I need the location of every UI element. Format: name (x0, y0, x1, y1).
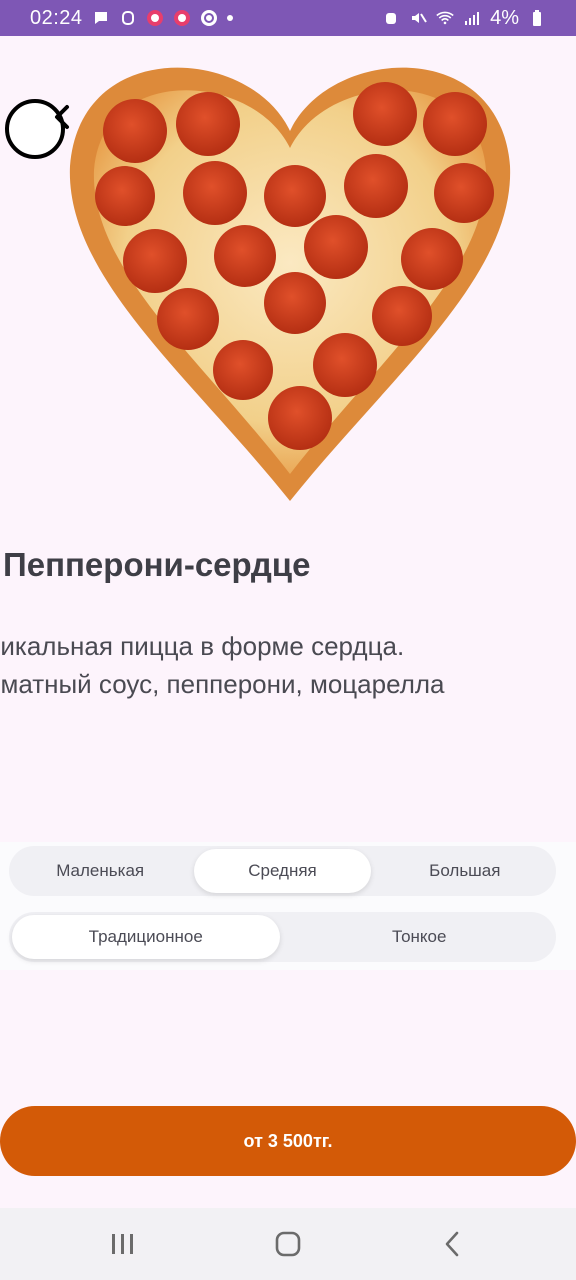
status-right: 4% (382, 7, 546, 30)
heart-pizza-image (69, 67, 511, 501)
app-icon (173, 9, 191, 27)
status-left: 02:24 (30, 7, 233, 30)
wifi-icon (436, 9, 454, 27)
recent-apps-icon (111, 1234, 133, 1254)
product-description: никальная пицца в форме сердца. оматный … (0, 627, 576, 703)
size-option-medium[interactable]: Средняя (194, 849, 371, 893)
description-line: никальная пицца в форме сердца. (0, 631, 405, 661)
navigation-bar (0, 1208, 576, 1280)
alarm-icon (382, 9, 400, 27)
description-line: оматный соус, пепперони, моцарелла (0, 669, 445, 699)
size-option-small[interactable]: Маленькая (12, 849, 188, 893)
message-icon (92, 9, 110, 27)
size-selector: Маленькая Средняя Большая (9, 846, 556, 896)
crust-option-thin[interactable]: Тонкое (286, 915, 554, 959)
home-button[interactable] (258, 1214, 318, 1274)
product-image (0, 36, 576, 536)
back-nav-button[interactable] (423, 1214, 483, 1274)
mute-icon (409, 9, 427, 27)
battery-percent: 4% (490, 6, 519, 29)
dot-icon (226, 15, 233, 21)
product-title: Пепперони-сердце (3, 546, 311, 583)
recent-apps-button[interactable] (93, 1214, 153, 1274)
status-time: 02:24 (30, 6, 83, 29)
chevron-left-icon (55, 105, 69, 129)
pizza-options: Маленькая Средняя Большая Традиционное Т… (0, 842, 576, 970)
home-icon (275, 1231, 301, 1257)
refresh-icon (200, 9, 218, 27)
status-bar: 02:24 4% (0, 0, 576, 36)
crust-option-traditional[interactable]: Традиционное (12, 915, 280, 959)
signal-icon (463, 9, 481, 27)
battery-icon (528, 9, 546, 27)
crust-selector: Традиционное Тонкое (9, 912, 556, 962)
back-button[interactable] (5, 99, 69, 159)
mask-icon (119, 9, 137, 27)
add-to-cart-button[interactable]: от 3 500тг. (0, 1106, 576, 1176)
size-option-large[interactable]: Большая (377, 849, 553, 893)
back-icon (446, 1231, 459, 1257)
app-icon (146, 9, 164, 27)
